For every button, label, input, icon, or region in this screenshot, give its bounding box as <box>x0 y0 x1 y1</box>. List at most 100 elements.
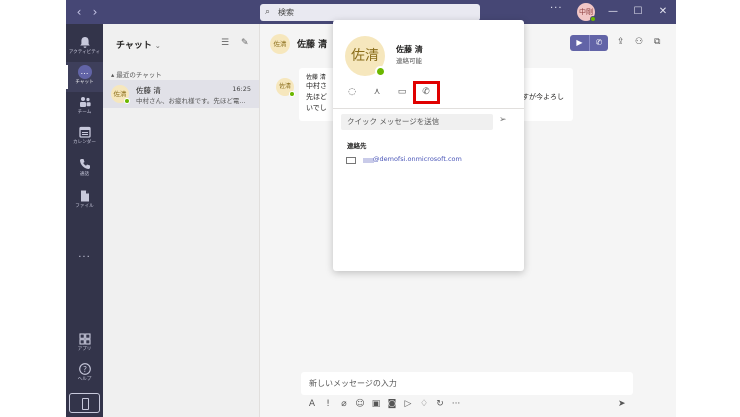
calendar-icon <box>78 126 91 138</box>
appbar-item-apps[interactable]: アプリ <box>66 329 103 359</box>
appbar-item-help[interactable]: ? ヘルプ <box>66 359 103 389</box>
video-call-icon[interactable]: ▶ <box>570 35 589 51</box>
send-icon[interactable]: ➢ <box>499 115 507 125</box>
user-avatar-initials: 中剛 <box>579 8 593 16</box>
divider <box>333 108 524 109</box>
teams-icon <box>79 97 91 107</box>
profile-avatar: 佐清 <box>345 36 386 77</box>
chat-icon[interactable]: ◌ <box>345 85 359 99</box>
quick-message-input[interactable]: クイック メッセージを送信 <box>341 114 493 130</box>
appbar-item-chat[interactable]: … チャット <box>66 62 103 92</box>
more-options-button[interactable]: ··· <box>550 3 563 14</box>
help-icon: ? <box>78 363 91 375</box>
section-label: 最近のチャット <box>116 71 162 79</box>
org-chart-icon[interactable]: ⋏ <box>370 85 384 99</box>
message-sender: 佐藤 清 <box>306 74 326 81</box>
attach-icon[interactable]: ⌀ <box>338 399 350 409</box>
avatar-initials: 佐清 <box>351 48 379 64</box>
app-bar: アクティビティ … チャット チーム カレンダー 通話 ファイル ··· アプリ… <box>66 24 103 417</box>
filter-icon[interactable]: ☰ <box>221 38 229 48</box>
message-line: 先ほど <box>306 93 327 101</box>
chevron-down-icon: ⌄ <box>154 42 161 50</box>
chat-list-title: チャット <box>116 41 152 51</box>
highlight-box <box>413 81 440 104</box>
header-avatar: 佐清 <box>270 34 290 54</box>
appbar-label: 通話 <box>79 172 90 177</box>
close-button[interactable]: ✕ <box>656 4 670 20</box>
appbar-item-calendar[interactable]: カレンダー <box>66 122 103 152</box>
file-icon <box>80 190 89 202</box>
message-line: 中村さ <box>306 82 327 90</box>
bell-icon <box>79 37 90 48</box>
chat-list-header[interactable]: チャット ⌄ <box>116 38 161 51</box>
chat-time: 16:25 <box>232 85 251 93</box>
contact-heading: 連絡先 <box>347 142 367 150</box>
search-placeholder: 検索 <box>278 8 294 17</box>
appbar-item-activity[interactable]: アクティビティ <box>66 32 103 62</box>
screen-share-icon[interactable]: ⇪ <box>617 37 625 47</box>
message-line: すが今よろし <box>522 93 564 101</box>
avatar-initials: 佐清 <box>278 83 291 90</box>
forward-button[interactable]: › <box>88 4 102 20</box>
mobile-device-button[interactable] <box>69 393 100 413</box>
appbar-item-files[interactable]: ファイル <box>66 186 103 216</box>
presence-indicator <box>375 66 386 77</box>
search-icon: ⌕ <box>265 7 271 17</box>
loop-icon[interactable]: ↻ <box>434 399 446 409</box>
appbar-label: アプリ <box>77 347 92 352</box>
more-options-icon[interactable]: ··· <box>450 399 462 409</box>
call-buttons: ▶ ✆ <box>570 35 608 51</box>
avatar-initials: 佐清 <box>113 90 127 98</box>
meet-now-icon[interactable]: ▷ <box>402 399 414 409</box>
apps-icon <box>78 333 91 345</box>
appbar-label: ヘルプ <box>77 377 92 382</box>
compose-placeholder: 新しいメッセージの入力 <box>309 379 397 388</box>
appbar-label: チーム <box>77 110 92 115</box>
maximize-button[interactable]: ☐ <box>631 4 645 20</box>
sticker-icon[interactable]: ◙ <box>386 399 398 409</box>
appbar-item-teams[interactable]: チーム <box>66 92 103 122</box>
compose-box[interactable]: 新しいメッセージの入力 <box>301 372 633 395</box>
video-call-icon[interactable]: ▭ <box>395 85 409 99</box>
quick-message-placeholder: クイック メッセージを送信 <box>347 117 440 126</box>
chat-list-item[interactable]: 佐清 佐藤 清 16:25 中村さん、お疲れ様です。先ほど電... <box>103 80 259 108</box>
search-box[interactable]: ⌕ 検索 <box>260 4 480 21</box>
format-icon[interactable]: A <box>306 399 318 409</box>
appbar-label: チャット <box>75 80 94 85</box>
chat-icon: … <box>77 65 92 79</box>
back-button[interactable]: ‹ <box>72 4 86 20</box>
emoji-icon[interactable]: ☺ <box>354 399 366 409</box>
gif-icon[interactable]: ▣ <box>370 399 382 409</box>
popout-icon[interactable]: ⧉ <box>654 37 660 47</box>
more-apps-button[interactable]: ··· <box>66 252 103 263</box>
email-link[interactable]: @demofsi.onmicrosoft.com <box>373 155 462 163</box>
chat-preview: 中村さん、お疲れ様です。先ほど電... <box>136 97 246 105</box>
avatar: 佐清 <box>111 85 130 104</box>
appbar-item-calls[interactable]: 通話 <box>66 154 103 184</box>
presence-indicator <box>590 16 596 22</box>
praise-icon[interactable]: ♢ <box>418 399 430 409</box>
presence-indicator <box>289 91 295 97</box>
send-icon[interactable]: ➤ <box>618 399 626 409</box>
avatar-initials: 佐清 <box>273 40 287 48</box>
appbar-label: アクティビティ <box>68 50 101 55</box>
audio-call-icon[interactable]: ✆ <box>589 35 608 51</box>
message-avatar: 佐清 <box>276 78 295 97</box>
new-chat-icon[interactable]: ✎ <box>241 38 249 48</box>
profile-name: 佐藤 清 <box>396 45 423 54</box>
conversation-title: 佐藤 清 <box>297 40 328 50</box>
important-icon[interactable]: ! <box>322 399 334 409</box>
svg-text:?: ? <box>83 365 87 374</box>
profile-card: 佐清 佐藤 清 連絡可能 ◌ ⋏ ▭ ✆ クイック メッセージを送信 ➢ 連絡先… <box>333 20 524 271</box>
minimize-button[interactable]: — <box>606 4 620 20</box>
caret-down-icon: ▴ <box>111 71 115 79</box>
presence-indicator <box>124 98 130 104</box>
message-line: いでし <box>306 104 327 112</box>
appbar-label: ファイル <box>75 204 94 209</box>
mail-icon <box>346 157 356 164</box>
add-people-icon[interactable]: ⚇ <box>635 37 643 47</box>
profile-status: 連絡可能 <box>396 57 422 65</box>
phone-icon <box>79 159 90 169</box>
chat-list-pane: チャット ⌄ ☰ ✎ ▴ 最近のチャット 佐清 佐藤 清 16:25 中村さん、お… <box>103 24 260 417</box>
user-avatar[interactable]: 中剛 <box>577 3 596 22</box>
